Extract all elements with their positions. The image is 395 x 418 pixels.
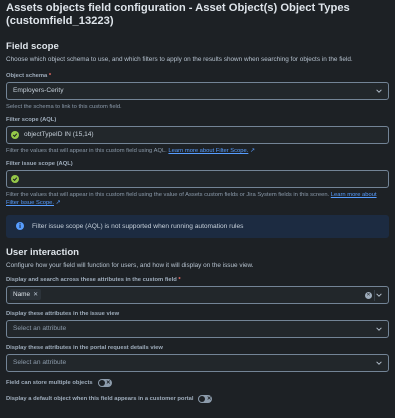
- issue-view-label: Display these attributes in the issue vi…: [6, 310, 120, 317]
- required-mark: *: [178, 276, 181, 283]
- user-interaction-description: Configure how your field will function f…: [6, 261, 254, 269]
- filter-scope-label: Filter scope (AQL): [6, 116, 57, 123]
- attribute-tag-name: Name ✕: [10, 289, 42, 301]
- filter-scope-helper: Filter the values that will appear in th…: [6, 147, 255, 154]
- chevron-down-icon: [376, 89, 382, 93]
- field-scope-heading: Field scope: [6, 41, 59, 52]
- multiple-objects-toggle[interactable]: ✕: [97, 378, 112, 387]
- required-mark: *: [48, 72, 52, 79]
- toggle-off-icon: ✕: [206, 395, 212, 402]
- object-schema-value: Employers-Cerity: [13, 87, 64, 95]
- chevron-down-icon: [376, 327, 382, 331]
- filter-issue-scope-helper: Filter the values that will appear in th…: [6, 191, 377, 206]
- display-search-label: Display and search across these attribut…: [6, 276, 181, 283]
- info-message-text: Filter issue scope (AQL) is not supporte…: [32, 222, 244, 230]
- page-title: Assets objects field configuration - Ass…: [6, 2, 350, 27]
- issue-view-select[interactable]: Select an attribute: [6, 319, 389, 338]
- object-schema-helper: Select the schema to link to this custom…: [6, 103, 122, 110]
- chevron-down-icon: [376, 293, 382, 297]
- divider: [374, 289, 375, 301]
- default-object-row: Display a default object when this field…: [6, 394, 389, 403]
- portal-view-select[interactable]: Select an attribute: [6, 353, 389, 372]
- object-schema-select[interactable]: Employers-Cerity: [6, 81, 389, 100]
- info-message: i Filter issue scope (AQL) is not suppor…: [6, 214, 389, 238]
- issue-view-placeholder: Select an attribute: [13, 325, 67, 333]
- object-schema-label: Object schema *: [6, 72, 52, 79]
- user-interaction-heading: User interaction: [6, 246, 80, 258]
- chevron-down-icon: [376, 361, 382, 365]
- filter-scope-input[interactable]: objectTypeID IN (15,14): [6, 125, 389, 144]
- multiple-objects-label: Field can store multiple objects: [6, 379, 93, 386]
- remove-tag-icon[interactable]: ✕: [33, 291, 38, 298]
- field-scope-description: Choose which object schema to use, and w…: [6, 56, 353, 63]
- portal-view-placeholder: Select an attribute: [13, 359, 67, 367]
- filter-issue-scope-label: Filter issue scope (AQL): [6, 160, 73, 167]
- multiple-objects-row: Field can store multiple objects ✕: [6, 378, 389, 387]
- external-link-icon: ↗: [55, 199, 61, 206]
- check-circle-icon: [11, 130, 19, 139]
- info-icon: i: [16, 222, 24, 231]
- default-object-label: Display a default object when this field…: [6, 395, 194, 402]
- default-object-toggle[interactable]: ✕: [198, 394, 213, 403]
- config-page: Assets objects field configuration - Ass…: [6, 2, 389, 403]
- clear-icon[interactable]: ✕: [365, 291, 372, 299]
- check-circle-icon: [11, 174, 19, 183]
- toggle-off-icon: ✕: [106, 379, 111, 386]
- filter-scope-value: objectTypeID IN (15,14): [24, 131, 94, 139]
- external-link-icon: ↗: [249, 147, 255, 154]
- display-search-select[interactable]: Name ✕ ✕: [6, 285, 389, 304]
- filter-scope-learn-more-link[interactable]: Learn more about Filter Scope.: [168, 148, 248, 154]
- portal-view-label: Display these attributes in the portal r…: [6, 344, 163, 351]
- filter-issue-scope-input[interactable]: [6, 169, 389, 188]
